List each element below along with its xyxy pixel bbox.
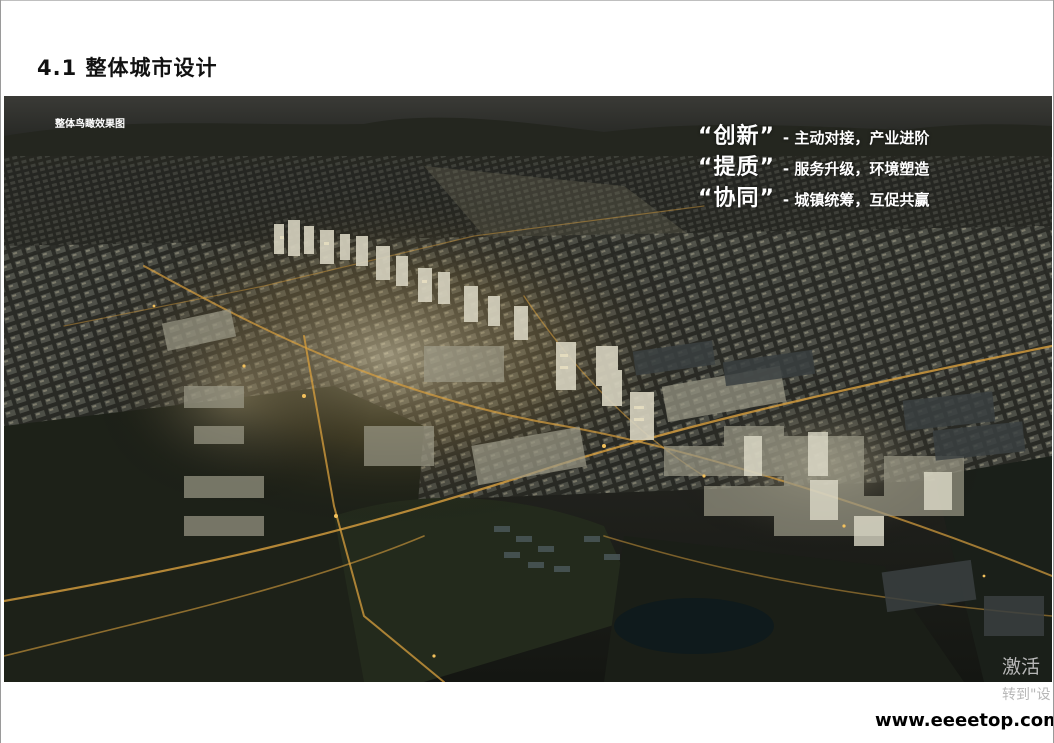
slogan-description: - 服务升级，环境塑造	[782, 160, 930, 178]
slogan-block: “创新” - 主动对接，产业进阶 “提质” - 服务升级，环境塑造 “协同” -…	[698, 118, 929, 211]
image-caption: 整体鸟瞰效果图	[55, 119, 125, 130]
slogan-line-synergy: “协同” - 城镇统筹，互促共赢	[698, 180, 929, 211]
slogan-keyword: “协同”	[698, 186, 775, 211]
activation-watermark-line1: 激活	[1002, 656, 1041, 678]
page-top-border	[1, 0, 1053, 1]
slogan-keyword: “提质”	[698, 155, 775, 180]
page-title: 4.1 整体城市设计	[37, 56, 218, 80]
document-page: 4.1 整体城市设计 整体鸟瞰效果图 “创新” - 主动对接，产业进阶 “提质”…	[0, 0, 1054, 743]
slogan-keyword: “创新”	[698, 124, 775, 149]
slogan-description: - 城镇统筹，互促共赢	[782, 191, 930, 209]
slogan-line-quality: “提质” - 服务升级，环境塑造	[698, 149, 929, 180]
slogan-line-innovation: “创新” - 主动对接，产业进阶	[698, 118, 929, 149]
slogan-description: - 主动对接，产业进阶	[782, 129, 930, 147]
activation-watermark-line2: 转到"设	[1002, 687, 1051, 703]
site-url-watermark: www.eeeetop.com	[875, 710, 1054, 731]
